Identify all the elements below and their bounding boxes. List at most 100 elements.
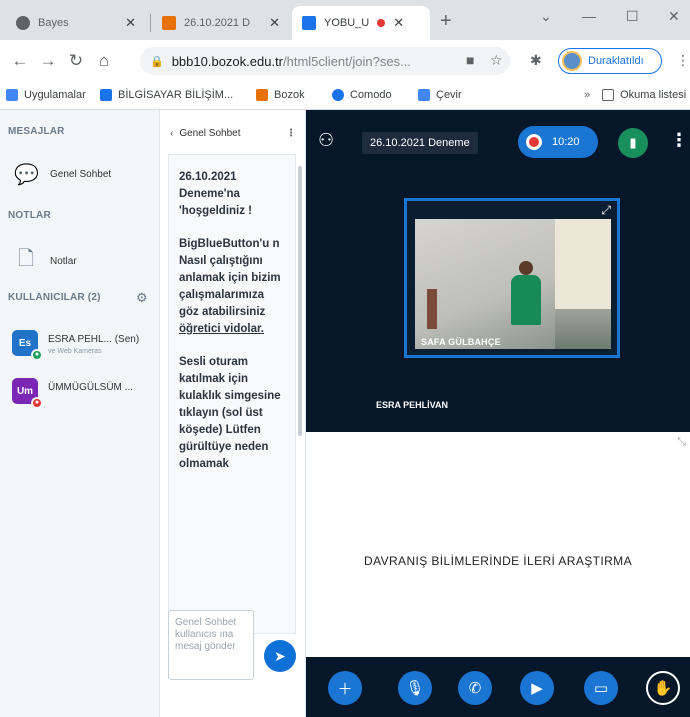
main-area: ⚇ 26.10.2021 Deneme 10:20 ▮ ⋮ ⤢ SAFA GÜL… — [306, 110, 690, 717]
bookmark-label: Comodo — [350, 89, 392, 101]
camera-permission-icon[interactable]: ■ — [466, 52, 474, 68]
public-chat-item[interactable]: 💬 Genel Sohbet — [14, 162, 111, 187]
back-icon[interactable]: ← — [6, 51, 34, 71]
reading-list-icon — [602, 89, 615, 101]
forward-icon[interactable]: → — [34, 51, 62, 71]
apps-grid-icon — [6, 89, 18, 101]
expand-icon[interactable]: ⤡ — [677, 436, 686, 449]
shield-icon — [332, 89, 344, 101]
webcam-user-name[interactable]: SAFA GÜLBAHÇE — [421, 337, 501, 347]
tutorial-link[interactable]: öğretici vidolar. — [179, 323, 264, 335]
chat-messages: 26.10.2021 Deneme'na 'hoşgeldiniz ! BigB… — [168, 154, 296, 634]
tab-title: 26.10.2021 D — [184, 17, 251, 29]
bookmark-favicon-icon — [100, 89, 112, 101]
monitor-icon: ▭ — [593, 680, 609, 697]
bookmark-favicon-icon — [256, 89, 268, 101]
fullscreen-icon[interactable]: ⤢ — [601, 203, 611, 218]
send-message-button[interactable]: ➤ — [264, 640, 296, 672]
options-menu-icon[interactable]: ⋮ — [670, 130, 688, 151]
webcam-video[interactable]: ⤢ SAFA GÜLBAHÇE — [404, 198, 620, 358]
user-list-panel: MESAJLAR 💬 Genel Sohbet NOTLAR 🗋 Notlar … — [0, 110, 160, 717]
bookmark-comodo[interactable]: Comodo — [332, 89, 392, 101]
bbb-app: MESAJLAR 💬 Genel Sohbet NOTLAR 🗋 Notlar … — [0, 110, 690, 717]
reading-list[interactable]: » Okuma listesi — [584, 89, 686, 101]
webcam-feed — [415, 219, 611, 349]
record-icon — [526, 134, 542, 150]
chat-bubbles-icon: 💬 — [14, 164, 39, 186]
chat-header: ‹ Genel Sohbet ⋮ — [170, 128, 296, 139]
avatar-initials: Um — [16, 385, 34, 397]
actions-plus-button[interactable]: ＋ — [328, 671, 362, 705]
address-bar[interactable]: 🔒 bbb10.bozok.edu.tr /html5client/join?s… — [140, 47, 510, 75]
user-name: ESRA PEHL... (Sen) — [48, 334, 140, 345]
reading-list-label: Okuma listesi — [620, 89, 687, 101]
user-item[interactable]: Es ● ESRA PEHL... (Sen) ve Web Kameras — [12, 330, 140, 361]
chat-intro-message: BigBlueButton'u n Nasıl çalıştığını anla… — [179, 236, 285, 338]
tab-bayes[interactable]: Bayes ✕ — [6, 6, 146, 40]
presentation-slide-title: DAVRANIŞ BİLİMLERİNDE İLERİ ARAŞTIRMA — [364, 554, 632, 568]
new-tab-button[interactable]: + — [440, 10, 452, 33]
bookmark-bozok[interactable]: Bozok — [256, 89, 305, 101]
actions-bar: ＋ 🎙 ✆ ▶ ▭ ✋ — [306, 657, 690, 717]
webcam-badge-icon: ● — [31, 349, 43, 361]
chat-audio-tip: Sesli oturam katılmak için kulaklık simg… — [179, 356, 281, 470]
bookmarks-bar: Uygulamalar BİLGİSAYAR BİLİŞİM... Bozok … — [0, 82, 690, 110]
gear-icon[interactable]: ⚙ — [136, 290, 148, 306]
close-tab-icon[interactable]: ✕ — [125, 15, 136, 31]
avatar-initials: Es — [18, 337, 32, 349]
translate-icon — [418, 89, 430, 101]
bookmark-cevir[interactable]: Çevir — [418, 89, 462, 101]
maximize-icon[interactable]: ☐ — [626, 8, 639, 25]
profile-avatar — [562, 51, 582, 71]
tab-search-icon[interactable]: ⌄ — [540, 8, 552, 25]
close-tab-icon[interactable]: ✕ — [269, 15, 280, 31]
chat-message-input[interactable]: Genel Sohbet kullanıcıs ına mesaj gönder — [168, 610, 254, 680]
overflow-chevron-icon: » — [584, 89, 591, 101]
messages-heading: MESAJLAR — [8, 126, 65, 137]
user-name: ÜMMÜGÜLSÜM ... — [48, 382, 133, 393]
extensions-icon[interactable]: ✱ — [530, 52, 542, 69]
chevron-left-icon[interactable]: ‹ — [170, 128, 173, 139]
bookmark-label: BİLGİSAYAR BİLİŞİM... — [118, 89, 234, 101]
connection-status-button[interactable]: ▮ — [618, 128, 648, 158]
close-tab-icon[interactable]: ✕ — [393, 15, 404, 31]
close-window-icon[interactable]: ✕ — [668, 8, 680, 25]
recording-button[interactable]: 10:20 — [518, 126, 598, 158]
chat-welcome-message: 26.10.2021 Deneme'na 'hoşgeldiniz ! — [179, 171, 253, 217]
menu-kebab-icon[interactable]: ⋮ — [676, 52, 690, 69]
bookmark-apps[interactable]: Uygulamalar — [6, 89, 86, 101]
url-host: bbb10.bozok.edu.tr — [171, 53, 284, 69]
bookmark-bilgisayar[interactable]: BİLGİSAYAR BİLİŞİM... — [100, 89, 233, 101]
phone-icon: ✆ — [468, 680, 482, 697]
site-favicon-icon — [162, 16, 176, 30]
user-list-toggle-icon[interactable]: ⚇ — [318, 130, 334, 151]
bookmark-star-icon[interactable]: ☆ — [490, 52, 503, 69]
notes-label: Notlar — [50, 255, 77, 267]
tab-title: Bayes — [38, 17, 69, 29]
plus-icon: ＋ — [337, 680, 353, 698]
microphone-button[interactable]: 🎙 — [398, 671, 432, 705]
lock-icon: 🔒 — [150, 55, 164, 68]
audio-leave-button[interactable]: ✆ — [458, 671, 492, 705]
raise-hand-button[interactable]: ✋ — [646, 671, 680, 705]
bookmark-label: Uygulamalar — [24, 89, 86, 101]
bookmark-label: Çevir — [436, 89, 462, 101]
reload-icon[interactable]: ↻ — [62, 51, 90, 71]
chat-options-icon[interactable]: ⋮ — [286, 128, 296, 139]
chat-scrollbar[interactable] — [298, 166, 302, 436]
public-chat-label: Genel Sohbet — [50, 169, 112, 180]
screen-share-button[interactable]: ▭ — [584, 671, 618, 705]
chat-title[interactable]: Genel Sohbet — [179, 128, 240, 139]
webcam-button[interactable]: ▶ — [520, 671, 554, 705]
tab-meeting-date[interactable]: 26.10.2021 D ✕ — [152, 6, 290, 40]
home-icon[interactable]: ⌂ — [90, 51, 118, 71]
chat-intro-text: BigBlueButton'u n Nasıl çalıştığını anla… — [179, 238, 281, 318]
tab-active-bbb[interactable]: YOBU_U ✕ — [292, 6, 430, 40]
second-webcam-name[interactable]: ESRA PEHLİVAN — [376, 400, 448, 410]
minimize-icon[interactable]: — — [582, 8, 596, 24]
user-item[interactable]: Um ● ÜMMÜGÜLSÜM ... — [12, 378, 133, 409]
profile-button[interactable]: Duraklatıldı — [558, 48, 662, 74]
users-heading: KULLANICILAR (2) — [8, 292, 101, 303]
shared-notes-item[interactable]: 🗋 Notlar — [14, 244, 77, 278]
muted-badge-icon: ● — [31, 397, 43, 409]
